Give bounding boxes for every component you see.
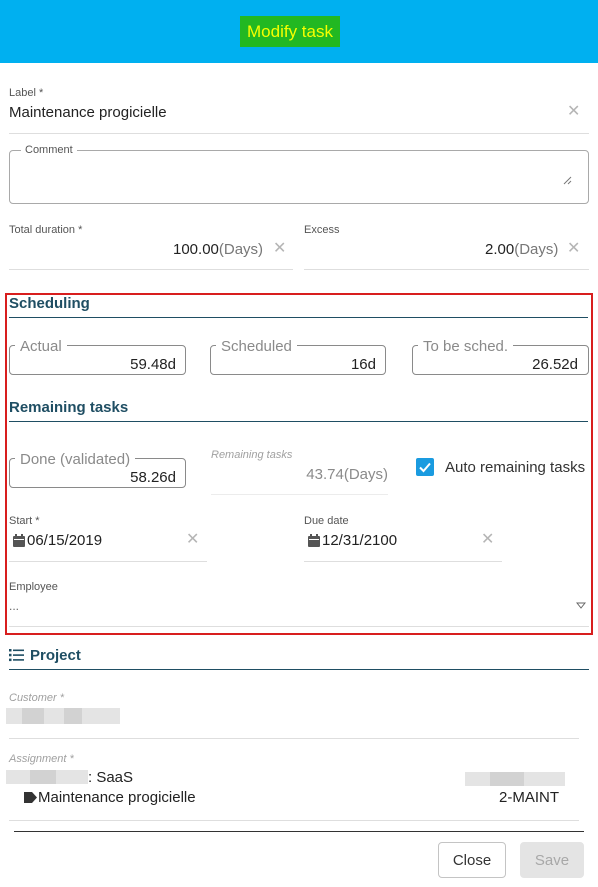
total-duration-label: Total duration * xyxy=(9,224,83,236)
remaining-rule xyxy=(9,421,588,422)
resize-grip-icon[interactable] xyxy=(563,176,572,185)
close-icon[interactable]: ✕ xyxy=(273,241,286,257)
start-input[interactable]: 06/15/2019 xyxy=(27,532,102,549)
calendar-icon[interactable] xyxy=(308,534,320,547)
remaining-tasks-input[interactable]: 43.74(Days) xyxy=(211,466,388,483)
done-value: 58.26d xyxy=(130,469,176,486)
employee-select[interactable]: ... xyxy=(9,599,19,613)
remaining-title: Remaining tasks xyxy=(9,399,129,416)
label-input[interactable]: Maintenance progicielle xyxy=(9,104,167,121)
customer-underline xyxy=(9,738,579,739)
due-date-input[interactable]: 12/31/2100 xyxy=(322,532,397,549)
actual-label: Actual xyxy=(15,338,67,355)
assignment-task-code: 2-MAINT xyxy=(499,789,559,806)
label-underline xyxy=(9,133,589,134)
done-label: Done (validated) xyxy=(15,451,136,468)
scheduling-rule xyxy=(9,317,588,318)
total-duration-value: 100.00 xyxy=(173,241,219,258)
comment-label: Comment xyxy=(21,144,77,156)
total-duration-underline xyxy=(9,269,293,270)
remaining-tasks-underline xyxy=(211,494,388,495)
assignment-label: Assignment * xyxy=(9,753,74,765)
to-be-scheduled-label: To be sched. xyxy=(418,338,514,355)
dialog-header: Modify task xyxy=(0,0,598,63)
employee-label: Employee xyxy=(9,581,58,593)
auto-remaining-checkbox[interactable] xyxy=(416,458,434,476)
footer-divider xyxy=(14,831,584,832)
actual-value: 59.48d xyxy=(130,356,176,373)
project-title: Project xyxy=(30,647,81,664)
close-icon[interactable]: ✕ xyxy=(567,241,580,257)
start-underline xyxy=(9,561,207,562)
scheduling-title: Scheduling xyxy=(9,295,90,312)
excess-input[interactable]: 2.00(Days) xyxy=(485,241,558,258)
excess-label: Excess xyxy=(304,224,340,236)
redacted-block xyxy=(22,708,44,724)
remaining-tasks-value: 43.74 xyxy=(306,466,344,483)
chevron-down-icon[interactable] xyxy=(576,602,586,609)
employee-underline xyxy=(9,626,589,627)
excess-underline xyxy=(304,269,589,270)
total-duration-input[interactable]: 100.00(Days) xyxy=(173,241,263,258)
due-date-underline xyxy=(304,561,502,562)
calendar-icon[interactable] xyxy=(13,534,25,547)
scheduled-value: 16d xyxy=(350,356,376,373)
assignment-suffix: : SaaS xyxy=(88,769,134,786)
list-icon xyxy=(9,649,24,662)
excess-unit: (Days) xyxy=(514,241,559,258)
start-label: Start * xyxy=(9,515,40,527)
label-field-label: Label * xyxy=(9,87,44,99)
save-button[interactable]: Save xyxy=(520,842,584,878)
redacted-block xyxy=(30,770,56,784)
redacted-block xyxy=(64,708,82,724)
tag-icon xyxy=(24,792,37,803)
close-icon[interactable]: ✕ xyxy=(481,532,494,548)
assignment-underline xyxy=(9,820,579,821)
auto-remaining-label: Auto remaining tasks xyxy=(445,459,586,476)
excess-value: 2.00 xyxy=(485,241,515,258)
customer-value[interactable] xyxy=(6,708,120,724)
customer-label: Customer * xyxy=(9,692,65,704)
dialog-title: Modify task xyxy=(240,16,340,47)
redacted-block xyxy=(490,772,524,786)
close-icon[interactable]: ✕ xyxy=(567,104,580,120)
to-be-scheduled-value: 26.52d xyxy=(532,356,578,373)
close-icon[interactable]: ✕ xyxy=(186,532,199,548)
comment-textarea[interactable] xyxy=(9,150,589,204)
due-date-label: Due date xyxy=(304,515,349,527)
total-duration-unit: (Days) xyxy=(218,241,264,258)
remaining-tasks-unit: (Days) xyxy=(343,466,388,483)
assignment-task-name[interactable]: Maintenance progicielle xyxy=(38,789,196,806)
check-icon xyxy=(419,462,431,473)
scheduled-label: Scheduled xyxy=(216,338,297,355)
close-button[interactable]: Close xyxy=(438,842,506,878)
remaining-tasks-label: Remaining tasks xyxy=(211,449,293,461)
project-rule xyxy=(9,669,589,670)
